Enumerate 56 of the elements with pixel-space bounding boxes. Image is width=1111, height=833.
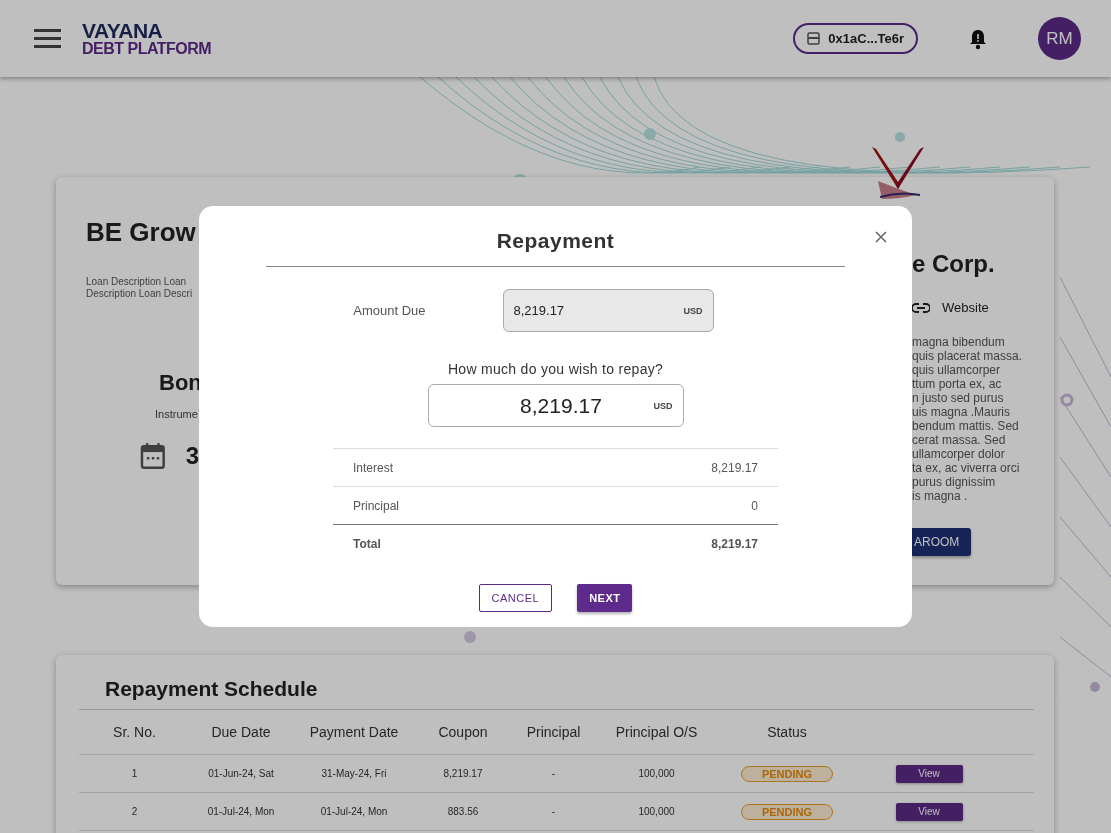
table-cell: 883.56	[447, 806, 479, 817]
close-icon[interactable]	[874, 230, 888, 244]
wallet-icon	[807, 32, 821, 45]
view-button[interactable]: View	[895, 802, 963, 821]
user-avatar[interactable]: RM	[1038, 17, 1081, 60]
table-cell: 01-Jul-24, Mon	[207, 806, 275, 817]
cancel-button[interactable]: CANCEL	[478, 584, 553, 612]
loan-description: Loan Description Loan Description Loan Descri	[86, 276, 194, 300]
bell-icon[interactable]	[968, 27, 988, 50]
column-header: Coupon	[437, 723, 489, 742]
column-header: Due Date	[210, 723, 272, 742]
view-button[interactable]: View	[895, 764, 963, 783]
status-badge: PENDING	[741, 803, 833, 820]
company-name: e Corp.	[912, 250, 996, 278]
instrument-label: Instrume	[155, 408, 199, 420]
logo-wordmark: VAYANA	[82, 20, 164, 41]
table-cell: -	[551, 806, 556, 817]
dialog-title: Repayment	[496, 228, 615, 254]
company-description: magna bibendum quis placerat massa. quis ullamcorper ttum porta ex, ac n justo sed purus uis magna .Mauris bendum mattis. Sed cerat massa. Sed ullamcorper dolor ta ex, ac viverra orci purus dignissim is magna .	[912, 335, 1024, 503]
amount-due-field: 8,219.17 USD	[502, 289, 714, 332]
next-button[interactable]: NEXT	[577, 584, 633, 612]
menu-icon[interactable]	[34, 27, 62, 50]
breakdown-value: 8,219.17	[711, 536, 758, 551]
breakdown-value: 0	[751, 498, 758, 513]
date-value: 3	[185, 442, 199, 470]
table-cell: 2	[131, 806, 138, 817]
column-header: Payment Date	[308, 723, 400, 742]
status-badge: PENDING	[741, 765, 833, 782]
breakdown-label: Total	[353, 536, 381, 551]
schedule-title: Repayment Schedule	[105, 677, 319, 701]
column-header: Status	[766, 723, 808, 742]
breakdown-label: Principal	[353, 498, 400, 513]
table-cell: 01-Jul-24, Mon	[320, 806, 388, 817]
table-cell: 01-Jun-24, Sat	[208, 768, 274, 779]
amount-due-label: Amount Due	[352, 303, 427, 318]
column-header: Principal O/S	[614, 723, 699, 742]
table-cell: 100,000	[638, 806, 675, 817]
calendar-icon	[140, 442, 166, 470]
column-header: Principal	[525, 723, 582, 742]
column-header: Sr. No.	[112, 723, 157, 742]
table-cell: 8,219.17	[443, 768, 483, 779]
wing-logo-icon	[870, 145, 926, 201]
table-cell: 1	[131, 768, 138, 779]
wallet-button[interactable]: 0x1aC...Te6r	[793, 23, 918, 54]
repay-question: How much do you wish to repay?	[447, 361, 664, 377]
logo-subtitle: DEBT PLATFORM	[82, 41, 212, 57]
website-link[interactable]: Website	[942, 300, 989, 315]
breakdown-label: Interest	[353, 460, 394, 475]
repay-amount-field[interactable]: 8,219.17 USD	[427, 384, 684, 427]
table-cell: -	[551, 768, 556, 779]
dataroom-button[interactable]: AROOM	[912, 528, 972, 556]
table-cell: 100,000	[638, 768, 675, 779]
breakdown-value: 8,219.17	[711, 460, 758, 475]
loan-title: BE Grow	[86, 217, 197, 248]
table-cell: 31-May-24, Fri	[321, 768, 387, 779]
link-icon	[912, 302, 930, 313]
